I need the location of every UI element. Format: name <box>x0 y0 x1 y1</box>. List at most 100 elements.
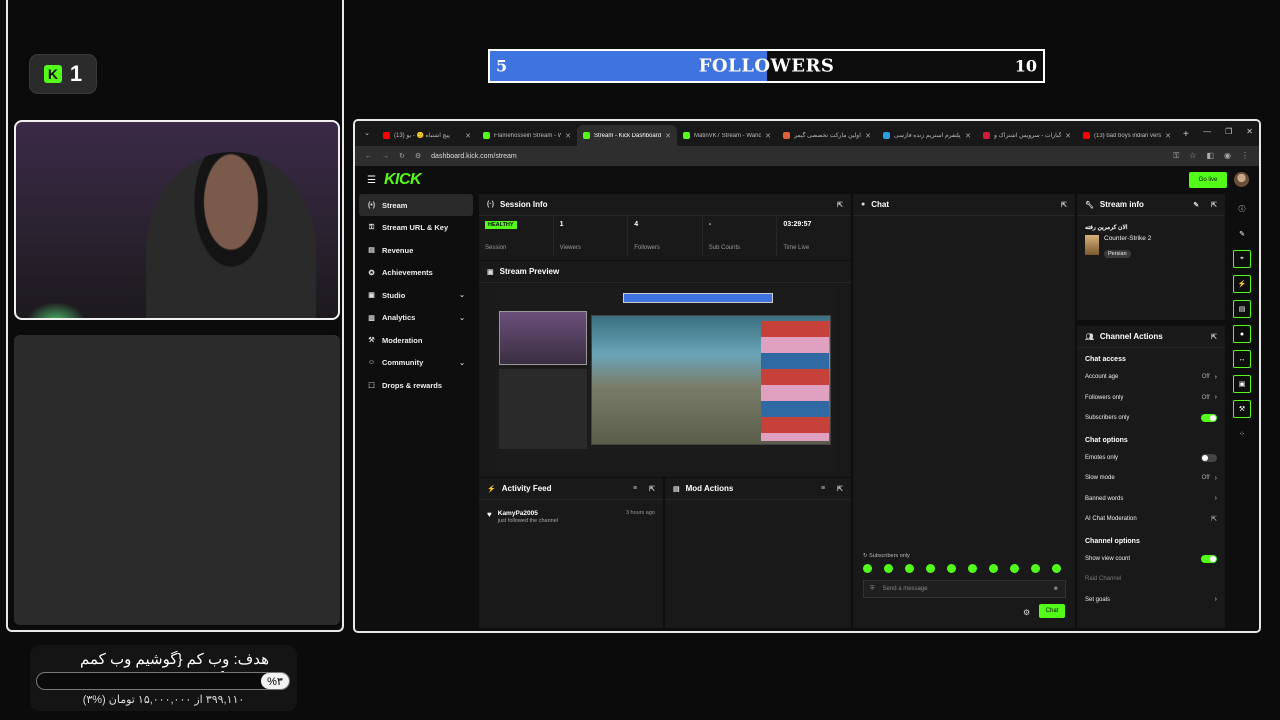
emote-icon[interactable] <box>1031 564 1040 573</box>
tab-close-icon[interactable]: ✕ <box>865 132 871 140</box>
new-tab-icon[interactable]: + <box>1183 129 1189 140</box>
chevron-right-icon[interactable]: › <box>1215 596 1217 603</box>
add-widget-icon[interactable]: ⁘ <box>1233 425 1251 443</box>
emote-icon[interactable] <box>1052 564 1061 573</box>
browser-tab[interactable]: (13) پیچ اشتباه 🙁 - یو ✕ <box>377 125 477 146</box>
emote-icon[interactable] <box>926 564 935 573</box>
setting-row-raid-channel[interactable]: Raid Channel <box>1077 569 1225 590</box>
emote-icon[interactable] <box>989 564 998 573</box>
sidebar-item-community[interactable]: ☺ Community ⌄ <box>359 352 473 374</box>
external-link-icon[interactable]: ⇱ <box>1211 515 1217 523</box>
toggle-switch[interactable] <box>1201 414 1217 423</box>
document-widget-icon[interactable]: ▤ <box>1233 300 1251 318</box>
pencil-icon[interactable]: ✎ <box>1233 225 1251 243</box>
minimize-icon[interactable]: — <box>1203 127 1211 136</box>
chevron-down-icon[interactable]: ⌄ <box>459 291 465 299</box>
emote-icon[interactable] <box>905 564 914 573</box>
chevron-right-icon[interactable]: › <box>1215 374 1217 381</box>
popout-icon[interactable]: ⇱ <box>1211 201 1217 209</box>
chevron-right-icon[interactable]: › <box>1215 475 1217 482</box>
sidebar-item-drops-rewards[interactable]: ⬚ Drops & rewards <box>359 374 473 396</box>
hamburger-menu-icon[interactable]: ☰ <box>367 175 376 186</box>
wrench-widget-icon[interactable]: ⚒ <box>1233 400 1251 418</box>
kick-brand-logo[interactable]: KICK <box>384 171 422 189</box>
chevron-down-icon[interactable]: ⌄ <box>459 359 465 367</box>
sidebar-item-stream[interactable]: (•) Stream <box>359 194 473 216</box>
sidebar-item-moderation[interactable]: ⚒ Moderation <box>359 329 473 351</box>
browser-tab[interactable]: پلتفرم استریم زنده فارسی ✕ <box>877 125 977 146</box>
browser-tab[interactable]: اولین مارکت تخصصی گیمر ✕ <box>777 125 877 146</box>
info-icon[interactable]: ⓘ <box>1233 200 1251 218</box>
popout-icon[interactable]: ⇱ <box>649 485 655 493</box>
maximize-icon[interactable]: ❐ <box>1225 127 1232 136</box>
sidebar-item-stream-url-key[interactable]: ⚿ Stream URL & Key <box>359 217 473 239</box>
popout-icon[interactable]: ⇱ <box>1211 333 1217 341</box>
extension-icon[interactable]: ◧ <box>1206 151 1214 161</box>
tab-close-icon[interactable]: ✕ <box>665 132 671 140</box>
setting-row-banned-words[interactable]: Banned words › <box>1077 489 1225 510</box>
browser-menu-icon[interactable]: ⋮ <box>1241 151 1249 161</box>
popout-icon[interactable]: ⇱ <box>837 201 843 209</box>
user-avatar[interactable] <box>1234 172 1249 187</box>
tab-search-icon[interactable]: ⌄ <box>361 129 373 141</box>
stream-category[interactable]: Counter-Strike 2 <box>1104 235 1151 242</box>
tab-close-icon[interactable]: ✕ <box>1065 132 1071 140</box>
tab-close-icon[interactable]: ✕ <box>465 132 471 140</box>
go-live-button[interactable]: Go live <box>1189 172 1227 188</box>
chat-settings-gear-icon[interactable]: ⚙ <box>1023 608 1030 617</box>
forward-icon[interactable]: → <box>382 153 389 160</box>
setting-row-show-view-count[interactable]: Show view count <box>1077 549 1225 570</box>
emote-icon[interactable] <box>863 564 872 573</box>
emoji-icon[interactable]: ☻ <box>1053 586 1059 592</box>
setting-row-set-goals[interactable]: Set goals › <box>1077 590 1225 611</box>
emote-icon[interactable] <box>1010 564 1019 573</box>
bookmark-star-icon[interactable]: ☆ <box>1189 151 1196 161</box>
setting-row-followers-only[interactable]: Followers only Off › <box>1077 388 1225 409</box>
setting-row-subscribers-only[interactable]: Subscribers only <box>1077 408 1225 429</box>
setting-row-ai-chat-moderation[interactable]: AI Chat Moderation ⇱ <box>1077 509 1225 530</box>
emote-icon[interactable] <box>947 564 956 573</box>
sidebar-item-revenue[interactable]: ▤ Revenue <box>359 239 473 261</box>
popout-icon[interactable]: ⇱ <box>1061 201 1067 209</box>
browser-tab[interactable]: گیارات - سرویس اشتراک و ✕ <box>977 125 1077 146</box>
url-field[interactable]: dashboard.kick.com/stream <box>431 153 1163 160</box>
sidebar-item-studio[interactable]: ▣ Studio ⌄ <box>359 284 473 306</box>
filter-icon[interactable]: ≡ <box>821 485 825 492</box>
preview-widget-icon[interactable]: ▣ <box>1233 375 1251 393</box>
chat-message-input[interactable]: ⛨ Send a message ☻ <box>863 580 1066 598</box>
tab-close-icon[interactable]: ✕ <box>765 132 771 140</box>
raid-widget-icon[interactable]: ↔ <box>1233 350 1251 368</box>
setting-row-emotes-only[interactable]: Emotes only <box>1077 448 1225 469</box>
back-icon[interactable]: ← <box>365 153 372 160</box>
toggle-switch[interactable] <box>1201 453 1217 462</box>
site-info-icon[interactable]: ⚙ <box>415 152 421 160</box>
key-icon[interactable]: ⚿ <box>1173 151 1179 161</box>
browser-tab[interactable]: MatinVK7 Stream - Wand ✕ <box>677 125 777 146</box>
toggle-switch[interactable] <box>1201 554 1217 563</box>
browser-tab[interactable]: Stream - Kick Dashboard ✕ <box>577 125 677 146</box>
stream-preview-video[interactable] <box>495 285 835 471</box>
chevron-down-icon[interactable]: ⌄ <box>459 314 465 322</box>
emote-icon[interactable] <box>884 564 893 573</box>
setting-row-slow-mode[interactable]: Slow mode Off › <box>1077 468 1225 489</box>
sidebar-item-achievements[interactable]: ✪ Achievements <box>359 262 473 284</box>
tab-close-icon[interactable]: ✕ <box>965 132 971 140</box>
browser-tab[interactable]: Flamehossein Stream - W ✕ <box>477 125 577 146</box>
session-widget-icon[interactable]: ⌖ <box>1233 250 1251 268</box>
feed-user[interactable]: KamyPa2005 <box>498 510 558 517</box>
reload-icon[interactable]: ↻ <box>399 152 405 160</box>
setting-row-account-age[interactable]: Account age Off › <box>1077 367 1225 388</box>
chat-send-button[interactable]: Chat <box>1039 604 1065 618</box>
chevron-right-icon[interactable]: › <box>1215 495 1217 502</box>
popout-icon[interactable]: ⇱ <box>837 485 843 493</box>
chevron-right-icon[interactable]: › <box>1215 394 1217 401</box>
chat-widget-icon[interactable]: ● <box>1233 325 1251 343</box>
profile-icon[interactable]: ◉ <box>1224 151 1231 161</box>
browser-tab[interactable]: (13) bad boys indian vers ✕ <box>1077 125 1177 146</box>
close-window-icon[interactable]: ✕ <box>1246 127 1253 136</box>
tab-close-icon[interactable]: ✕ <box>1165 132 1171 140</box>
filter-icon[interactable]: ≡ <box>633 485 637 492</box>
tab-close-icon[interactable]: ✕ <box>565 132 571 140</box>
emote-icon[interactable] <box>968 564 977 573</box>
sidebar-item-analytics[interactable]: ▥ Analytics ⌄ <box>359 307 473 329</box>
